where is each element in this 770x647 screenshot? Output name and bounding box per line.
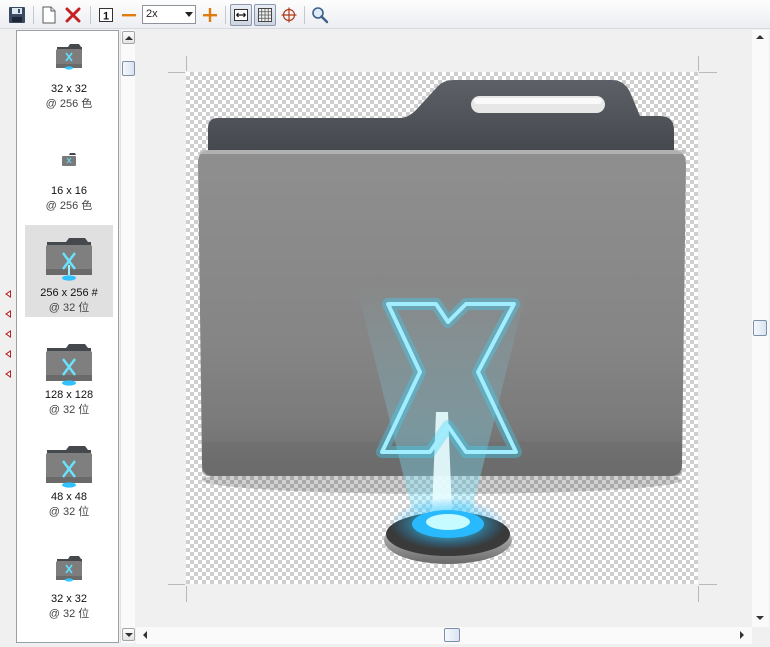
thumbnail-depth-label: @ 256 色 (45, 200, 93, 212)
chevron-down-icon (124, 632, 133, 637)
thumbnail-depth-label: @ 32 位 (48, 302, 90, 314)
scrollbar-corner (752, 627, 769, 644)
triangle-left-icon (5, 290, 11, 298)
new-page-button[interactable] (38, 4, 60, 26)
folder-icon (46, 238, 92, 281)
toolbar-separator (90, 6, 91, 24)
chevron-right-icon[interactable] (740, 631, 744, 639)
zoom-in-icon (203, 8, 217, 22)
zoom-out-icon (122, 14, 136, 17)
thumbnail-depth-label: @ 32 位 (48, 608, 90, 620)
list-item[interactable]: 32 x 32 @ 32 位 (25, 531, 113, 623)
thumbnail-size-label: 48 x 48 (50, 491, 88, 503)
scrollbar-thumb[interactable] (753, 320, 767, 336)
save-button[interactable] (6, 4, 28, 26)
canvas-vertical-scrollbar[interactable] (752, 30, 769, 627)
folder-icon (62, 153, 76, 166)
frame-markers (5, 290, 13, 390)
actual-size-button[interactable]: 1 (95, 4, 117, 26)
delete-button[interactable] (62, 4, 84, 26)
thumbnail-depth-label: @ 32 位 (48, 404, 90, 416)
triangle-left-icon (5, 370, 11, 378)
crosshair-icon (281, 7, 297, 23)
crosshair-button[interactable] (278, 4, 300, 26)
search-button[interactable] (309, 4, 331, 26)
grid-icon (258, 8, 272, 22)
canvas-horizontal-scrollbar[interactable] (136, 627, 752, 644)
toolbar-separator (304, 6, 305, 24)
folder-icon (46, 344, 92, 386)
fit-width-button[interactable] (230, 4, 252, 26)
actual-size-icon: 1 (99, 8, 113, 23)
save-icon (9, 7, 25, 23)
thumbnail-size-label: 128 x 128 (44, 389, 94, 401)
folder-icon (56, 556, 82, 582)
search-icon (312, 7, 329, 24)
delete-icon (65, 7, 81, 23)
new-page-icon (42, 6, 56, 24)
toolbar-separator (225, 6, 226, 24)
fit-width-icon (234, 9, 248, 21)
toolbar-separator (33, 6, 34, 24)
thumbnail-size-label: 16 x 16 (50, 185, 88, 197)
zoom-in-button[interactable] (199, 4, 221, 26)
image-list-scrollbar[interactable] (120, 30, 135, 643)
folder-icon (56, 44, 82, 70)
thumbnail-depth-label: @ 32 位 (48, 506, 90, 518)
zoom-select-value: 2x (146, 8, 158, 20)
thumbnail-depth-label: @ 256 色 (45, 98, 93, 110)
folder-icon (46, 446, 92, 488)
svg-text:1: 1 (103, 11, 109, 23)
chevron-up-icon[interactable] (756, 35, 764, 39)
scrollbar-thumb[interactable] (122, 61, 135, 76)
list-item[interactable]: 32 x 32 @ 256 色 (25, 35, 113, 127)
scroll-down-button[interactable] (122, 628, 135, 641)
chevron-up-icon (124, 35, 133, 40)
thumbnail-size-label: 32 x 32 (50, 83, 88, 95)
zoom-out-button[interactable] (118, 4, 140, 26)
list-item[interactable]: 256 x 256 # @ 32 位 (25, 225, 113, 317)
thumbnail-size-label: 32 x 32 (50, 593, 88, 605)
chevron-left-icon[interactable] (143, 631, 147, 639)
list-item[interactable]: 128 x 128 @ 32 位 (25, 327, 113, 419)
scroll-up-button[interactable] (122, 31, 135, 44)
folder-with-glowing-x-hologram-icon (198, 80, 686, 564)
toolbar: 1 2x (0, 0, 770, 29)
list-item[interactable]: 16 x 16 @ 256 色 (25, 137, 113, 229)
grid-button[interactable] (254, 4, 276, 26)
thumbnail-size-label: 256 x 256 # (40, 287, 98, 299)
list-item[interactable]: 48 x 48 @ 32 位 (25, 429, 113, 521)
chevron-down-icon (185, 12, 193, 17)
triangle-left-icon (5, 350, 11, 358)
image-list-panel: 32 x 32 @ 256 色 16 x 16 @ 256 色 256 x 25… (16, 30, 119, 643)
zoom-select[interactable]: 2x (142, 5, 196, 24)
triangle-left-icon (5, 310, 11, 318)
image-canvas[interactable] (136, 30, 752, 627)
scrollbar-thumb[interactable] (444, 628, 460, 642)
triangle-left-icon (5, 330, 11, 338)
chevron-down-icon[interactable] (756, 616, 764, 620)
